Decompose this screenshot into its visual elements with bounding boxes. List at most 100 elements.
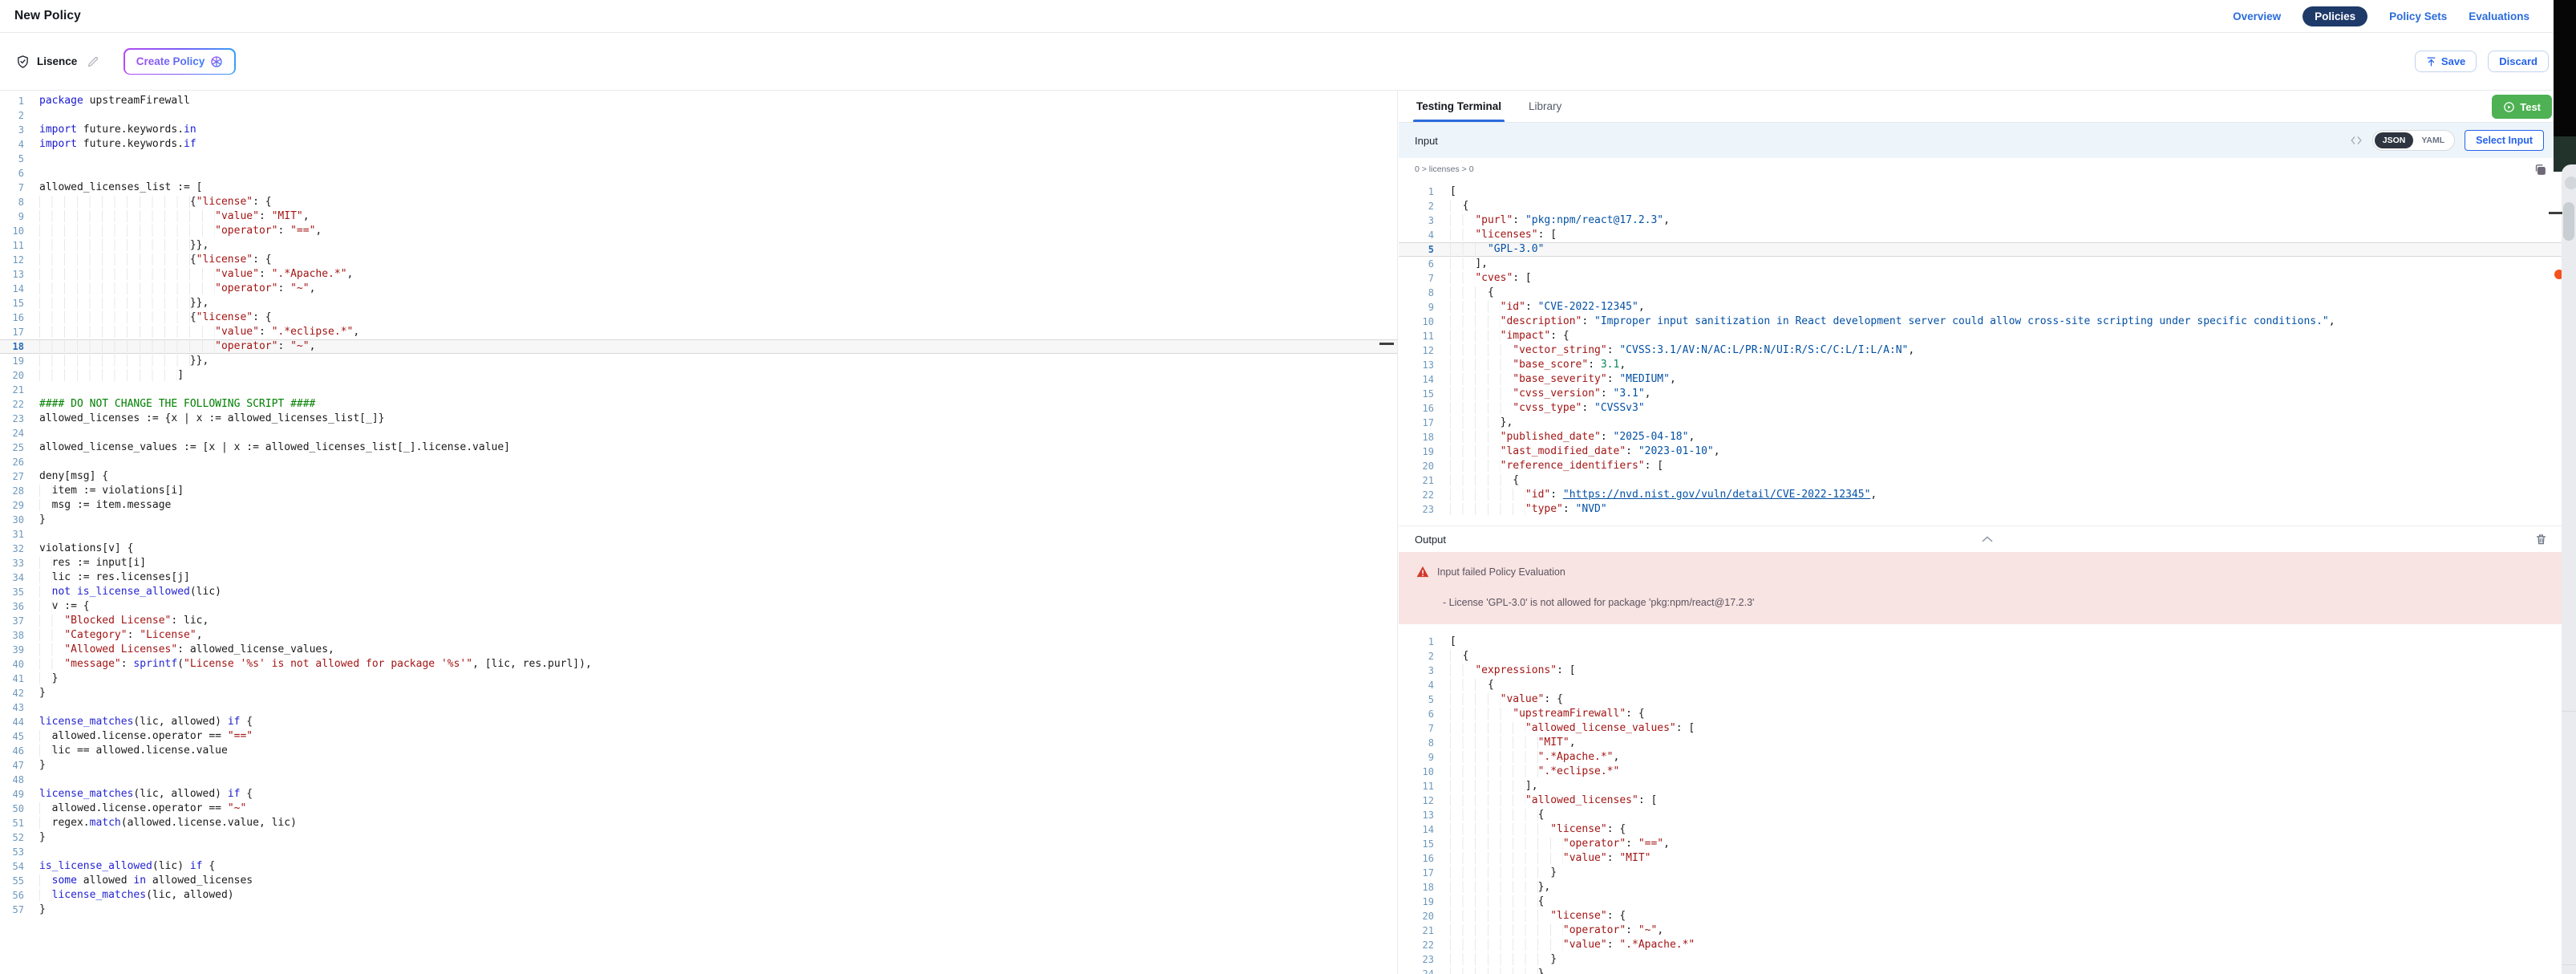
code-line: 23 "type": "NVD" bbox=[1399, 502, 2576, 517]
code-line: 17 "value": ".*eclipse.*", bbox=[0, 325, 1397, 339]
output-json-editor[interactable]: 1[2 {3 "expressions": [4 {5 "value": {6 … bbox=[1399, 624, 2576, 974]
code-line: 5 "value": { bbox=[1399, 692, 2576, 707]
code-line: 40 "message": sprintf("License '%s' is n… bbox=[0, 657, 1397, 672]
input-breadcrumb-row: 0 > licenses > 0 bbox=[1399, 158, 2576, 181]
create-policy-label: Create Policy bbox=[136, 55, 205, 67]
edit-pencil-icon[interactable] bbox=[87, 55, 99, 68]
input-json-editor[interactable]: 1[2 {3 "purl": "pkg:npm/react@17.2.3",4 … bbox=[1399, 181, 2576, 526]
code-line: 12 {"license": { bbox=[0, 253, 1397, 267]
code-line: 22 "value": ".*Apache.*" bbox=[1399, 938, 2576, 952]
chevron-up-icon[interactable] bbox=[1982, 535, 1994, 543]
code-line: 24 bbox=[0, 426, 1397, 440]
code-line: 1[ bbox=[1399, 635, 2576, 649]
code-line: 20 "reference_identifiers": [ bbox=[1399, 459, 2576, 473]
scrollbar-thumb[interactable] bbox=[2563, 202, 2574, 241]
edge-overlay bbox=[2554, 0, 2576, 974]
policy-name: Lisence bbox=[37, 55, 77, 67]
code-line: 27deny[msg] { bbox=[0, 469, 1397, 484]
code-line: 30} bbox=[0, 513, 1397, 527]
code-line: 39 "Allowed Licenses": allowed_license_v… bbox=[0, 643, 1397, 657]
policy-code-pane: 1package upstreamFirewall2 3import futur… bbox=[0, 91, 1398, 974]
code-line: 29 msg := item.message bbox=[0, 498, 1397, 513]
code-line: 15 "operator": "==", bbox=[1399, 837, 2576, 851]
code-line: 8 { bbox=[1399, 286, 2576, 300]
code-line: 47} bbox=[0, 758, 1397, 773]
code-line: 43 bbox=[0, 700, 1397, 715]
scrollbar-cursor-marker bbox=[2549, 212, 2562, 214]
format-json[interactable]: JSON bbox=[2375, 132, 2414, 148]
nav-policy-sets[interactable]: Policy Sets bbox=[2389, 10, 2447, 22]
tab-library[interactable]: Library bbox=[1527, 100, 1563, 122]
code-line: 57} bbox=[0, 903, 1397, 917]
code-line: 22 "id": "https://nvd.nist.gov/vuln/deta… bbox=[1399, 488, 2576, 502]
code-line: 28 item := violations[i] bbox=[0, 484, 1397, 498]
code-line: 10 "description": "Improper input saniti… bbox=[1399, 315, 2576, 329]
code-line: 13 "value": ".*Apache.*", bbox=[0, 267, 1397, 282]
code-line: 32violations[v] { bbox=[0, 542, 1397, 556]
top-nav: Overview Policies Policy Sets Evaluation… bbox=[2233, 6, 2529, 26]
input-title: Input bbox=[1415, 135, 1438, 147]
output-section-header: Output bbox=[1399, 526, 2576, 552]
code-line: 26 bbox=[0, 455, 1397, 469]
code-line: 50 allowed.license.operator == "~" bbox=[0, 802, 1397, 816]
discard-label: Discard bbox=[2499, 55, 2538, 67]
edge-panel-circle bbox=[2565, 177, 2576, 189]
play-circle-icon bbox=[2503, 101, 2515, 113]
code-line: 46 lic == allowed.license.value bbox=[0, 744, 1397, 758]
save-label: Save bbox=[2441, 55, 2465, 67]
code-line: 19 { bbox=[1399, 895, 2576, 909]
code-line: 45 allowed.license.operator == "==" bbox=[0, 729, 1397, 744]
code-line: 2 { bbox=[1399, 649, 2576, 664]
upload-icon bbox=[2426, 56, 2436, 67]
discard-button[interactable]: Discard bbox=[2488, 51, 2549, 72]
code-line: 10 "operator": "==", bbox=[0, 224, 1397, 238]
code-line: 14 "license": { bbox=[1399, 822, 2576, 837]
output-title: Output bbox=[1415, 534, 1446, 546]
code-line: 14 "operator": "~", bbox=[0, 282, 1397, 296]
code-line: 49license_matches(lic, allowed) if { bbox=[0, 787, 1397, 802]
code-line: 18 }, bbox=[1399, 880, 2576, 895]
code-line: 44license_matches(lic, allowed) if { bbox=[0, 715, 1397, 729]
code-line: 6 ], bbox=[1399, 257, 2576, 271]
code-line: 23allowed_licenses := {x | x := allowed_… bbox=[0, 412, 1397, 426]
code-line: 51 regex.match(allowed.license.value, li… bbox=[0, 816, 1397, 830]
code-line: 11 ], bbox=[1399, 779, 2576, 793]
select-input-button[interactable]: Select Input bbox=[2465, 130, 2544, 151]
trash-icon[interactable] bbox=[2535, 533, 2547, 546]
testing-tabs: Testing Terminal Library Test bbox=[1399, 91, 2576, 123]
tab-testing-terminal[interactable]: Testing Terminal bbox=[1415, 100, 1503, 122]
code-line: 10 ".*eclipse.*" bbox=[1399, 765, 2576, 779]
code-line: 2 bbox=[0, 108, 1397, 123]
policy-evaluation-error-banner: Input failed Policy Evaluation - License… bbox=[1399, 552, 2576, 624]
nav-policies[interactable]: Policies bbox=[2303, 6, 2367, 26]
policy-identity: Lisence Create Policy bbox=[16, 48, 236, 75]
nav-evaluations[interactable]: Evaluations bbox=[2469, 10, 2529, 22]
code-line: 16 "value": "MIT" bbox=[1399, 851, 2576, 866]
shield-check-icon bbox=[16, 55, 30, 69]
code-line: 15 }}, bbox=[0, 296, 1397, 310]
create-policy-button[interactable]: Create Policy bbox=[124, 48, 236, 75]
test-button[interactable]: Test bbox=[2492, 95, 2552, 119]
code-line: 3import future.keywords.in bbox=[0, 123, 1397, 137]
input-section-header: Input JSON YAML Select Input bbox=[1399, 123, 2576, 158]
sparkle-wheel-icon bbox=[210, 55, 223, 68]
code-line: 8 {"license": { bbox=[0, 195, 1397, 209]
code-line: 34 lic := res.licenses[j] bbox=[0, 570, 1397, 585]
copy-icon[interactable] bbox=[2533, 163, 2547, 177]
code-line: 18 "operator": "~", bbox=[0, 339, 1397, 354]
rego-code-editor[interactable]: 1package upstreamFirewall2 3import futur… bbox=[0, 91, 1397, 917]
save-button[interactable]: Save bbox=[2415, 51, 2477, 72]
error-title: Input failed Policy Evaluation bbox=[1437, 566, 1565, 578]
code-line: 31 bbox=[0, 527, 1397, 542]
format-toggle: JSON YAML bbox=[2372, 130, 2455, 151]
code-line: 25allowed_license_values := [x | x := al… bbox=[0, 440, 1397, 455]
edge-divider-2 bbox=[2562, 964, 2576, 965]
code-line: 5 "GPL-3.0" bbox=[1399, 242, 2576, 257]
format-yaml[interactable]: YAML bbox=[2413, 132, 2452, 148]
code-line: 9 ".*Apache.*", bbox=[1399, 750, 2576, 765]
nav-overview[interactable]: Overview bbox=[2233, 10, 2281, 22]
code-line: 4 { bbox=[1399, 678, 2576, 692]
edge-panel bbox=[2562, 164, 2576, 974]
page-title: New Policy bbox=[14, 9, 81, 23]
code-line: 12 "allowed_licenses": [ bbox=[1399, 793, 2576, 808]
